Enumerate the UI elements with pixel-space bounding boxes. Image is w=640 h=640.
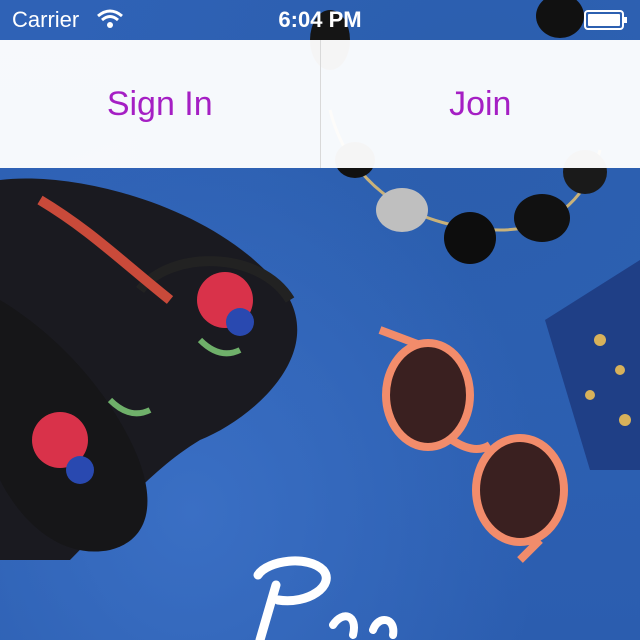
- status-bar: Carrier 6:04 PM: [0, 0, 640, 40]
- join-button[interactable]: Join: [321, 40, 640, 168]
- poshmark-logo: [253, 556, 398, 640]
- battery-icon: [584, 10, 627, 30]
- sign-in-button[interactable]: Sign In: [0, 40, 320, 168]
- auth-bar: Sign In Join: [0, 40, 640, 168]
- clock: 6:04 PM: [278, 7, 362, 32]
- floral-shoes: [0, 178, 298, 560]
- gold-clutch: [545, 260, 640, 470]
- sunglasses: [378, 326, 568, 563]
